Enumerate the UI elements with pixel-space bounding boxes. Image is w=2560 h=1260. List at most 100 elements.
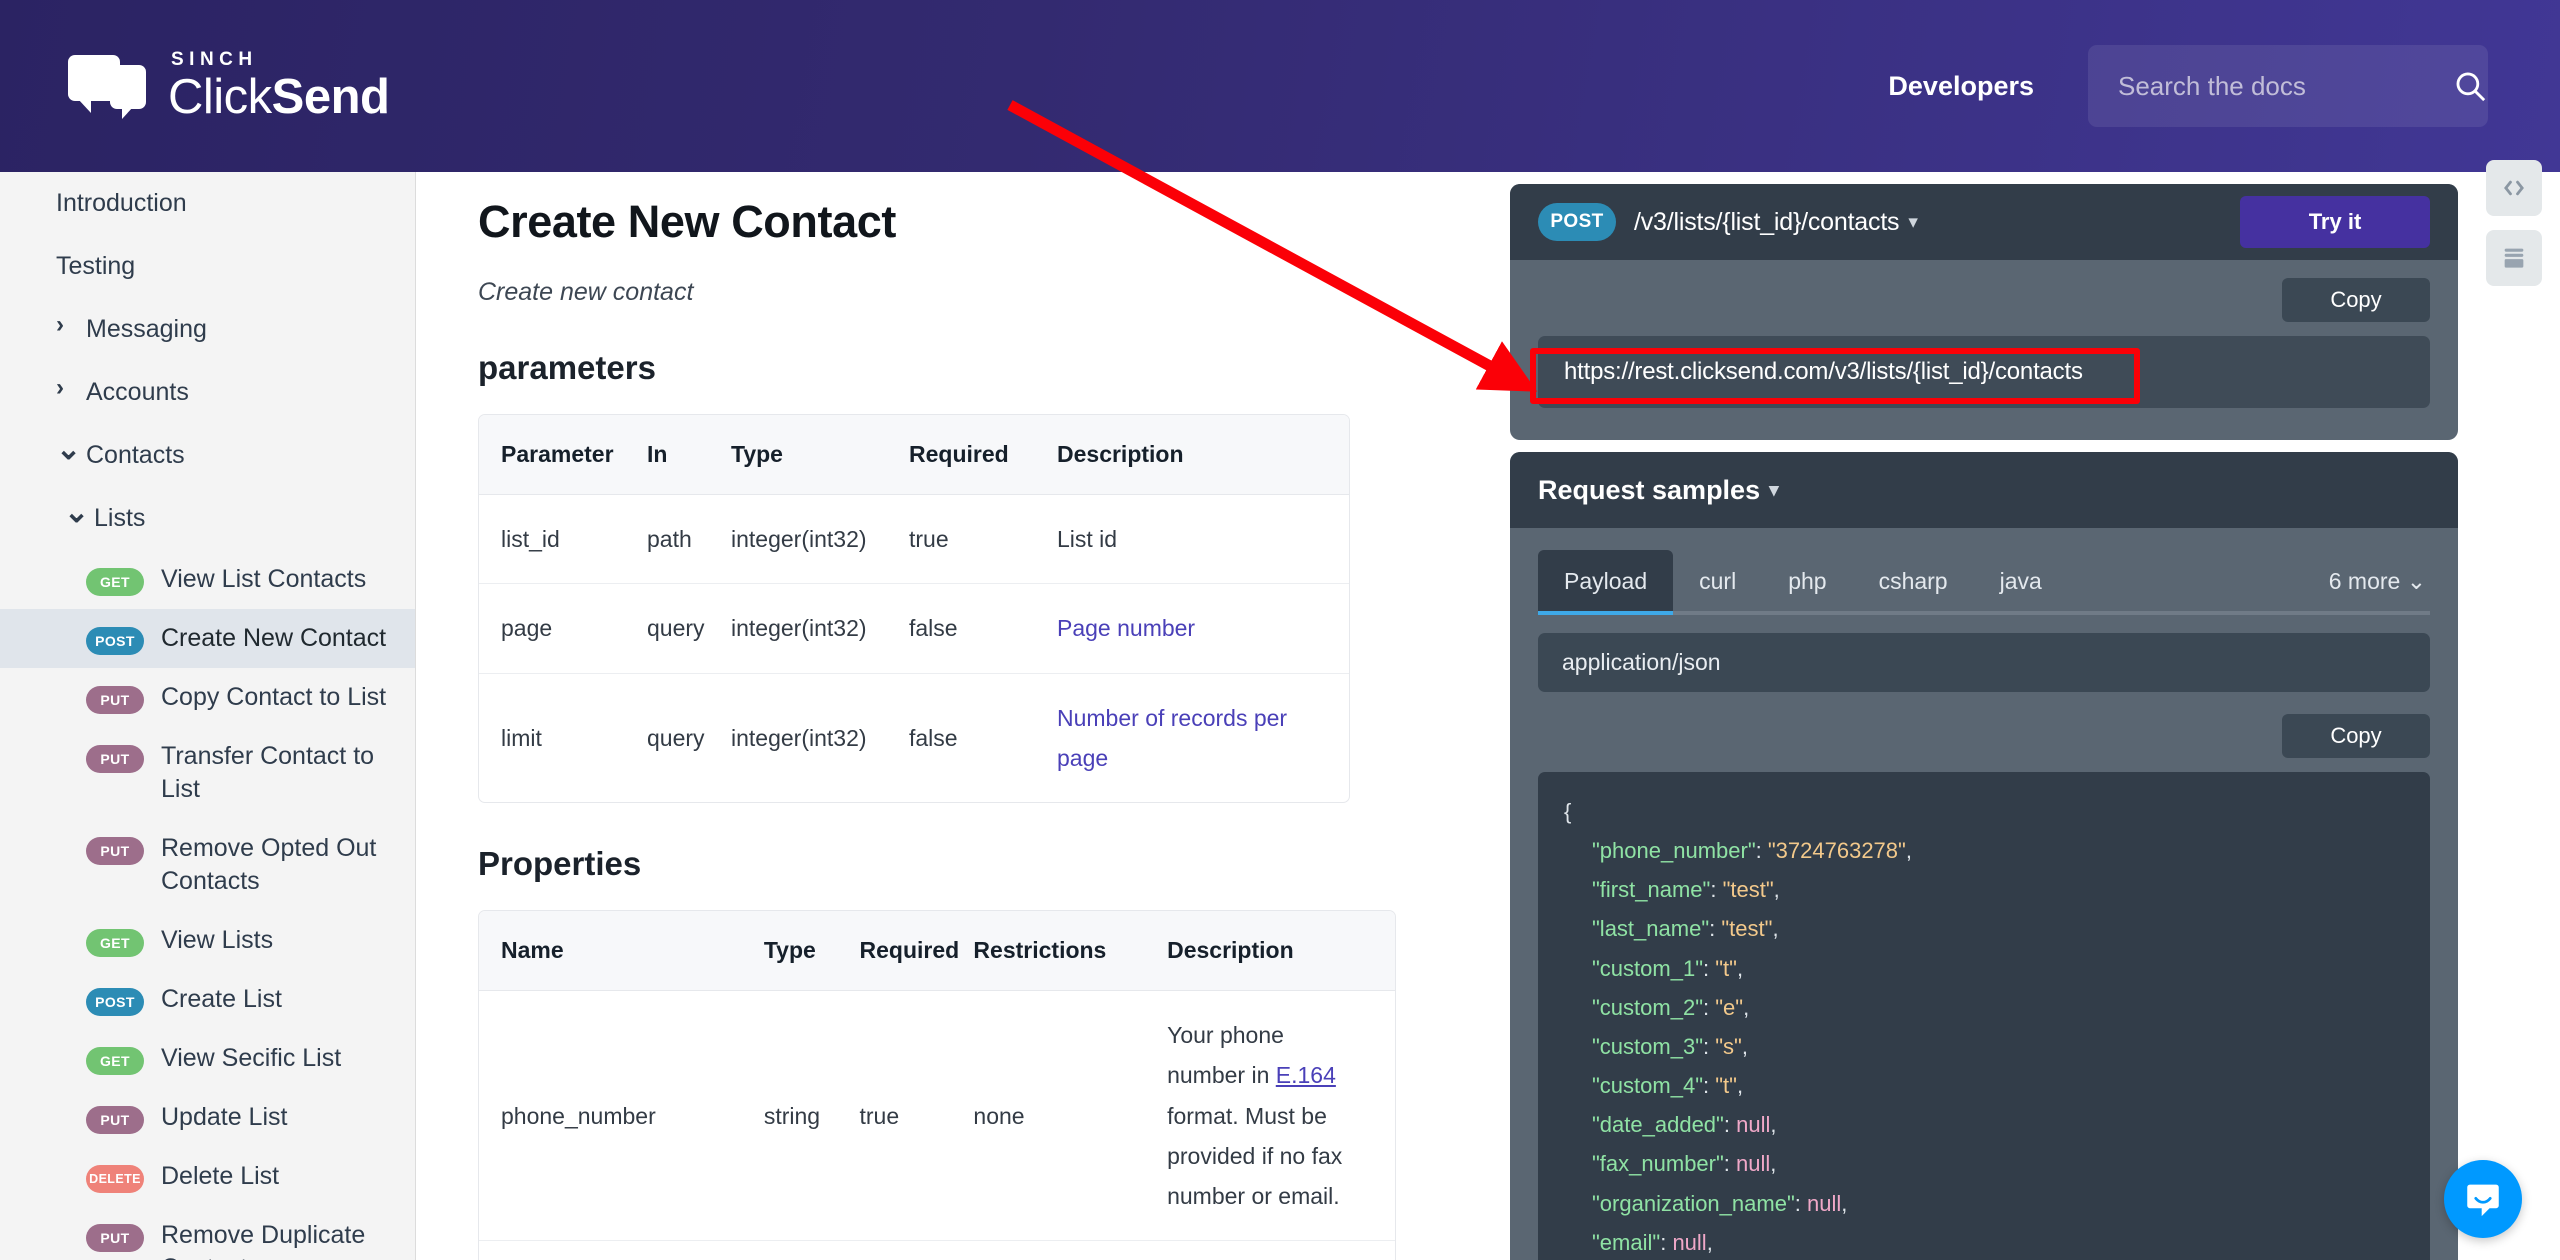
endpoint-path[interactable]: /v3/lists/{list_id}/contacts <box>1634 208 1900 237</box>
sidebar-item-label: Lists <box>94 504 146 532</box>
tab-payload[interactable]: Payload <box>1538 550 1674 611</box>
cell-type: integer(int32) <box>731 584 909 674</box>
cell-restrictions: none <box>973 1241 1167 1260</box>
right-panel: POST /v3/lists/{list_id}/contacts ▾ Try … <box>1488 172 2480 1260</box>
code-value: "e" <box>1715 994 1744 1020</box>
search-input[interactable] <box>2118 70 2453 102</box>
tab-curl[interactable]: curl <box>1673 550 1762 611</box>
sidebar-item-label: Copy Contact to List <box>161 683 387 711</box>
code-brackets-icon[interactable] <box>2486 160 2542 216</box>
code-value: "t" <box>1715 1073 1737 1099</box>
code-punct: { <box>1564 799 1572 824</box>
cell-description[interactable]: Page number <box>1057 584 1349 674</box>
chevron-down-icon[interactable]: ▾ <box>1908 211 1918 234</box>
method-badge-put: PUT <box>86 745 144 773</box>
sidebar-item-view-lists[interactable]: GET View Lists <box>0 911 415 970</box>
sidebar-item-introduction[interactable]: Introduction <box>0 172 415 235</box>
method-badge-get: GET <box>86 929 144 957</box>
sidebar-item-create-list[interactable]: POST Create List <box>0 970 415 1029</box>
code-colon: : <box>1723 1151 1737 1177</box>
code-comma: , <box>1841 1190 1848 1216</box>
sidebar-item-view-list-contacts[interactable]: GET View List Contacts <box>0 550 415 609</box>
cell-description[interactable]: Number of records per page <box>1057 674 1349 803</box>
request-samples-header[interactable]: Request samples ▾ <box>1510 452 2458 528</box>
code-line: "custom_4": "t", <box>1564 1066 2404 1105</box>
site-header: SINCH ClickSend Developers <box>0 0 2560 172</box>
copy-code-button[interactable]: Copy <box>2282 714 2430 758</box>
tab-java[interactable]: java <box>1974 550 2068 611</box>
code-key: "custom_2" <box>1592 994 1703 1020</box>
document-layout-icon[interactable] <box>2486 230 2542 286</box>
chevron-right-icon[interactable]: › <box>56 313 78 337</box>
docs-sidebar[interactable]: Introduction Testing › Messaging › Accounts ⌄ C… <box>0 172 416 1260</box>
code-comma: , <box>1773 877 1780 903</box>
chevron-down-icon[interactable]: ⌄ <box>56 435 81 465</box>
tab-php[interactable]: php <box>1762 550 1852 611</box>
chevron-down-icon[interactable]: ▾ <box>1769 479 1779 502</box>
code-line: "organization_name": null, <box>1564 1184 2404 1223</box>
sidebar-item-copy-contact-to-list[interactable]: PUT Copy Contact to List <box>0 668 415 727</box>
parameters-heading: parameters <box>478 349 656 386</box>
sidebar-item-transfer-contact-to-list[interactable]: PUT Transfer Contact to List <box>0 727 415 819</box>
code-comma: , <box>1770 1151 1777 1177</box>
language-tabs[interactable]: Payload curl php csharp java 6 more ⌄ <box>1538 550 2430 615</box>
cell-type: integer(int32) <box>731 724 867 751</box>
code-colon: : <box>1755 838 1768 864</box>
description-link[interactable]: Page number <box>1057 615 1195 641</box>
developers-link[interactable]: Developers <box>1888 71 2034 102</box>
code-comma: , <box>1772 916 1779 942</box>
chevron-right-icon[interactable]: › <box>56 376 78 400</box>
intercom-chat-icon[interactable] <box>2444 1160 2522 1238</box>
code-key: "custom_1" <box>1592 955 1703 981</box>
code-comma: , <box>1905 838 1912 864</box>
chevron-down-icon[interactable]: ⌄ <box>64 498 89 528</box>
more-languages-dropdown[interactable]: 6 more ⌄ <box>2309 550 2430 611</box>
column-header: Description <box>1057 415 1349 495</box>
code-comma: , <box>1741 1033 1748 1059</box>
page-root: SINCH ClickSend Developers Introduction T… <box>0 0 2560 1260</box>
page-title: Create New Contact <box>478 196 896 247</box>
sidebar-item-label: View Lists <box>161 926 274 954</box>
cell-parameter: limit <box>501 724 542 751</box>
method-badge-put: PUT <box>86 1224 144 1252</box>
sidebar-item-lists[interactable]: ⌄ Lists <box>0 487 415 550</box>
description-link[interactable]: Number of records per page <box>1057 705 1287 771</box>
cell-description: List id <box>1057 495 1349 585</box>
sidebar-item-update-list[interactable]: PUT Update List <box>0 1088 415 1147</box>
sidebar-item-testing[interactable]: Testing <box>0 235 415 298</box>
sidebar-item-create-new-contact[interactable]: POST Create New Contact <box>0 609 415 668</box>
sidebar-item-label: Remove Opted Out Contacts <box>161 834 377 895</box>
payload-code-block[interactable]: {"phone_number": "3724763278", "first_nam… <box>1538 772 2430 1260</box>
table-row: page query integer(int32) false Page number <box>479 584 1349 674</box>
sidebar-item-label: Contacts <box>86 441 185 469</box>
sidebar-item-contacts[interactable]: ⌄ Contacts <box>0 424 415 487</box>
code-key: "first_name" <box>1592 877 1711 903</box>
column-header: Type <box>731 415 909 495</box>
code-key: "fax_number" <box>1592 1151 1724 1177</box>
sidebar-item-label: Remove Duplicate Contacts <box>161 1221 366 1260</box>
sidebar-item-remove-opted-out-contacts[interactable]: PUT Remove Opted Out Contacts <box>0 819 415 911</box>
copy-url-button[interactable]: Copy <box>2282 278 2430 322</box>
sidebar-item-label: Transfer Contact to List <box>161 742 375 803</box>
sidebar-item-messaging[interactable]: › Messaging <box>0 298 415 361</box>
sidebar-item-remove-duplicate-contacts[interactable]: PUT Remove Duplicate Contacts <box>0 1206 415 1260</box>
mime-type-value[interactable]: application/json <box>1538 633 2430 692</box>
tab-csharp[interactable]: csharp <box>1853 550 1974 611</box>
clicksend-logo[interactable]: SINCH ClickSend <box>68 50 390 122</box>
cell-in: query <box>647 724 705 751</box>
sidebar-item-label: Messaging <box>86 315 207 343</box>
e164-link[interactable]: E.164 <box>1276 1062 1336 1088</box>
sidebar-item-delete-list[interactable]: DELETE Delete List <box>0 1147 415 1206</box>
sidebar-item-label: Delete List <box>161 1162 280 1190</box>
code-colon: : <box>1794 1190 1807 1216</box>
column-header: Name <box>479 911 764 991</box>
search-icon[interactable] <box>2453 69 2487 103</box>
description-text-tail: format. Must be provided if no fax numbe… <box>1167 1102 1343 1210</box>
try-it-button[interactable]: Try it <box>2240 196 2430 248</box>
method-badge-post: POST <box>86 988 144 1016</box>
search-box[interactable] <box>2088 45 2488 127</box>
sidebar-item-accounts[interactable]: › Accounts <box>0 361 415 424</box>
sidebar-item-view-secific-list[interactable]: GET View Secific List <box>0 1029 415 1088</box>
chevron-down-icon[interactable]: ⌄ <box>2400 568 2426 594</box>
code-key: "custom_4" <box>1592 1073 1703 1099</box>
